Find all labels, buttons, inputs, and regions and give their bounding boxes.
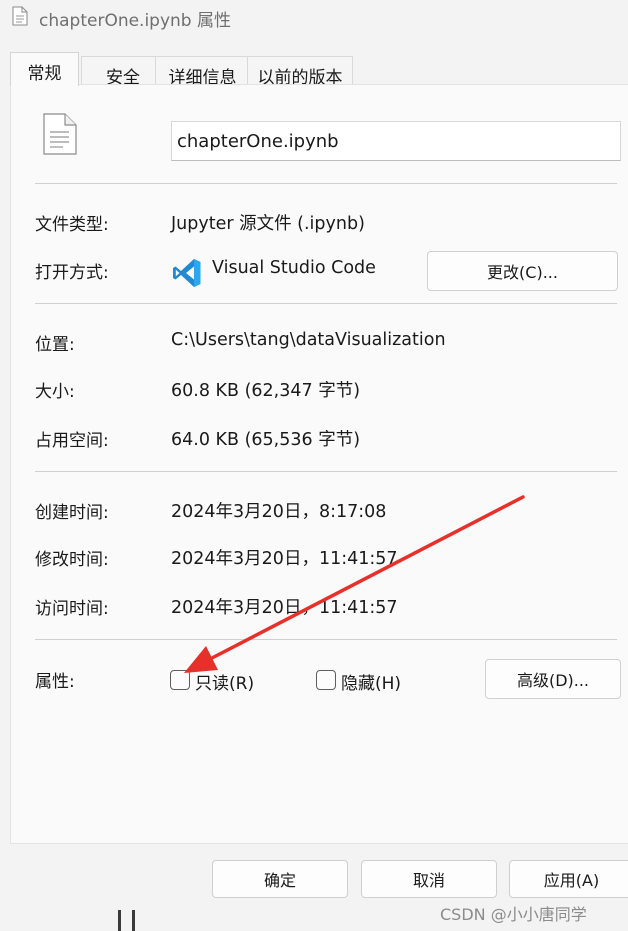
hidden-checkbox[interactable]: [316, 670, 336, 690]
tab-details[interactable]: 详细信息: [155, 56, 250, 88]
vscode-icon: [173, 259, 201, 287]
apply-button[interactable]: 应用(A): [509, 860, 628, 898]
file-type-label: 文件类型:: [35, 215, 109, 235]
hidden-label[interactable]: 隐藏(H): [341, 669, 401, 694]
document-icon: [12, 6, 28, 26]
divider: [35, 639, 617, 640]
opens-with-label: 打开方式:: [35, 263, 109, 283]
size-on-disk-label: 占用空间:: [35, 431, 109, 451]
title-bar: chapterOne.ipynb 属性: [0, 0, 628, 36]
background-mark: [118, 910, 121, 931]
divider: [35, 303, 617, 304]
file-type-value: Jupyter 源文件 (.ipynb): [171, 214, 365, 234]
location-value: C:\Users\tang\dataVisualization: [171, 330, 446, 350]
ok-button[interactable]: 确定: [212, 860, 348, 898]
readonly-label[interactable]: 只读(R): [195, 669, 254, 694]
size-on-disk-value: 64.0 KB (65,536 字节): [171, 430, 361, 450]
general-panel: 文件类型: Jupyter 源文件 (.ipynb) 打开方式: Visual …: [10, 84, 628, 844]
background-mark: [132, 910, 135, 931]
file-name-input[interactable]: [171, 121, 621, 161]
attributes-label: 属性:: [35, 672, 75, 692]
tab-general[interactable]: 常规: [10, 52, 79, 86]
watermark: CSDN @小小唐同学: [440, 905, 587, 924]
divider: [35, 183, 617, 184]
created-value: 2024年3月20日，8:17:08: [171, 502, 387, 522]
created-label: 创建时间:: [35, 503, 109, 523]
change-button[interactable]: 更改(C)...: [427, 251, 618, 291]
tab-security[interactable]: 安全: [81, 56, 165, 88]
size-value: 60.8 KB (62,347 字节): [171, 381, 361, 401]
readonly-checkbox[interactable]: [170, 670, 190, 690]
window-title: chapterOne.ipynb 属性: [39, 11, 232, 31]
opens-with-value: Visual Studio Code: [212, 258, 376, 278]
cancel-button[interactable]: 取消: [361, 860, 497, 898]
file-icon: [43, 113, 77, 155]
divider: [35, 471, 617, 472]
modified-value: 2024年3月20日，11:41:57: [171, 549, 398, 569]
tab-previous-versions[interactable]: 以前的版本: [247, 56, 353, 88]
advanced-button[interactable]: 高级(D)...: [485, 659, 621, 699]
modified-label: 修改时间:: [35, 550, 109, 570]
location-label: 位置:: [35, 335, 75, 355]
size-label: 大小:: [35, 382, 75, 402]
properties-window: chapterOne.ipynb 属性 常规 安全 详细信息 以前的版本 文件类…: [0, 0, 628, 931]
accessed-label: 访问时间:: [35, 599, 109, 619]
accessed-value: 2024年3月20日，11:41:57: [171, 598, 398, 618]
